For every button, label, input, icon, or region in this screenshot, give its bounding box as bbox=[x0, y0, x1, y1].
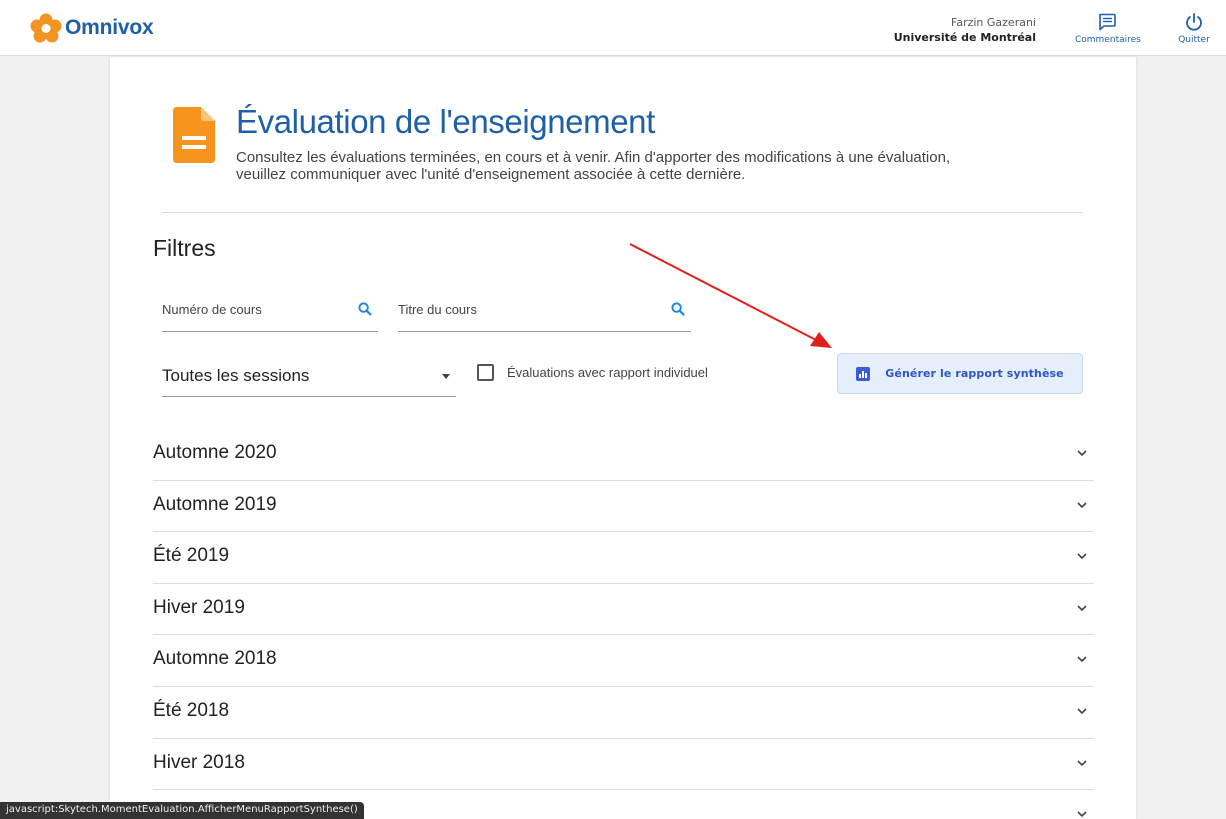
session-row-hiver-2018[interactable]: Hiver 2018 bbox=[153, 739, 1094, 791]
session-label: Hiver 2018 bbox=[153, 751, 245, 773]
individual-report-checkbox[interactable] bbox=[477, 364, 494, 381]
user-name: Farzin Gazerani bbox=[951, 16, 1036, 29]
course-number-placeholder: Numéro de cours bbox=[162, 302, 262, 317]
chevron-down-icon bbox=[1077, 759, 1087, 766]
divider bbox=[162, 212, 1083, 213]
flower-icon bbox=[30, 13, 62, 43]
individual-report-label: Évaluations avec rapport individuel bbox=[507, 365, 708, 380]
page-title: Évaluation de l'enseignement bbox=[236, 103, 655, 140]
top-bar: Omnivox Farzin Gazerani Université de Mo… bbox=[0, 0, 1226, 56]
course-title-placeholder: Titre du cours bbox=[398, 302, 477, 317]
session-label: Automne 2018 bbox=[153, 648, 277, 670]
chevron-down-icon bbox=[1077, 502, 1087, 508]
quit-label: Quitter bbox=[1178, 35, 1210, 45]
chevron-down-icon bbox=[1077, 811, 1087, 818]
comments-label: Commentaires bbox=[1075, 35, 1141, 45]
brand-name: Omnivox bbox=[65, 16, 154, 39]
filters-heading: Filtres bbox=[153, 235, 216, 261]
bar-chart-icon bbox=[856, 366, 871, 381]
power-icon bbox=[1186, 13, 1202, 31]
generate-summary-report-button[interactable]: Générer le rapport synthèse bbox=[837, 353, 1083, 394]
session-row-automne-2018[interactable]: Automne 2018 bbox=[153, 635, 1094, 687]
chevron-down-icon bbox=[1077, 605, 1087, 611]
annotation-arrow bbox=[629, 243, 832, 348]
session-list: Automne 2020 Automne 2019 Été 2019 Hiver… bbox=[153, 429, 1094, 819]
quit-button[interactable]: Quitter bbox=[1172, 12, 1216, 45]
session-row-ete-2019[interactable]: Été 2019 bbox=[153, 532, 1094, 584]
session-label: Automne 2019 bbox=[153, 493, 277, 515]
status-bar-link-preview: javascript:Skytech.MomentEvaluation.Affi… bbox=[0, 802, 364, 819]
session-select[interactable]: Toutes les sessions bbox=[162, 362, 456, 397]
chevron-down-icon bbox=[1077, 708, 1087, 715]
session-label: Été 2018 bbox=[153, 699, 230, 721]
session-label: Automne 2020 bbox=[153, 442, 277, 463]
session-row-hiver-2019[interactable]: Hiver 2019 bbox=[153, 584, 1094, 636]
chat-icon bbox=[1099, 13, 1116, 31]
logo[interactable]: Omnivox bbox=[30, 13, 154, 43]
session-label: Hiver 2019 bbox=[153, 596, 245, 618]
chevron-down-icon bbox=[1077, 553, 1087, 560]
search-icon[interactable] bbox=[358, 302, 372, 316]
document-icon bbox=[173, 107, 215, 163]
session-row-automne-2019[interactable]: Automne 2019 bbox=[153, 481, 1094, 533]
session-select-value: Toutes les sessions bbox=[162, 366, 310, 385]
session-row-automne-2020[interactable]: Automne 2020 bbox=[153, 429, 1094, 481]
session-label: Été 2019 bbox=[153, 545, 230, 567]
user-organization: Université de Montréal bbox=[893, 31, 1036, 44]
chevron-down-icon bbox=[1077, 450, 1087, 457]
session-row-ete-2018[interactable]: Été 2018 bbox=[153, 687, 1094, 739]
chevron-down-icon bbox=[1077, 656, 1087, 663]
caret-down-icon bbox=[442, 374, 450, 379]
main-card: Évaluation de l'enseignement Consultez l… bbox=[110, 57, 1136, 819]
user-info: Farzin Gazerani Université de Montréal bbox=[894, 15, 1036, 45]
comments-button[interactable]: Commentaires bbox=[1075, 12, 1141, 45]
course-number-input[interactable]: Numéro de cours bbox=[162, 302, 378, 332]
page-description: Consultez les évaluations terminées, en … bbox=[236, 149, 951, 183]
generate-summary-report-label: Générer le rapport synthèse bbox=[885, 367, 1064, 380]
